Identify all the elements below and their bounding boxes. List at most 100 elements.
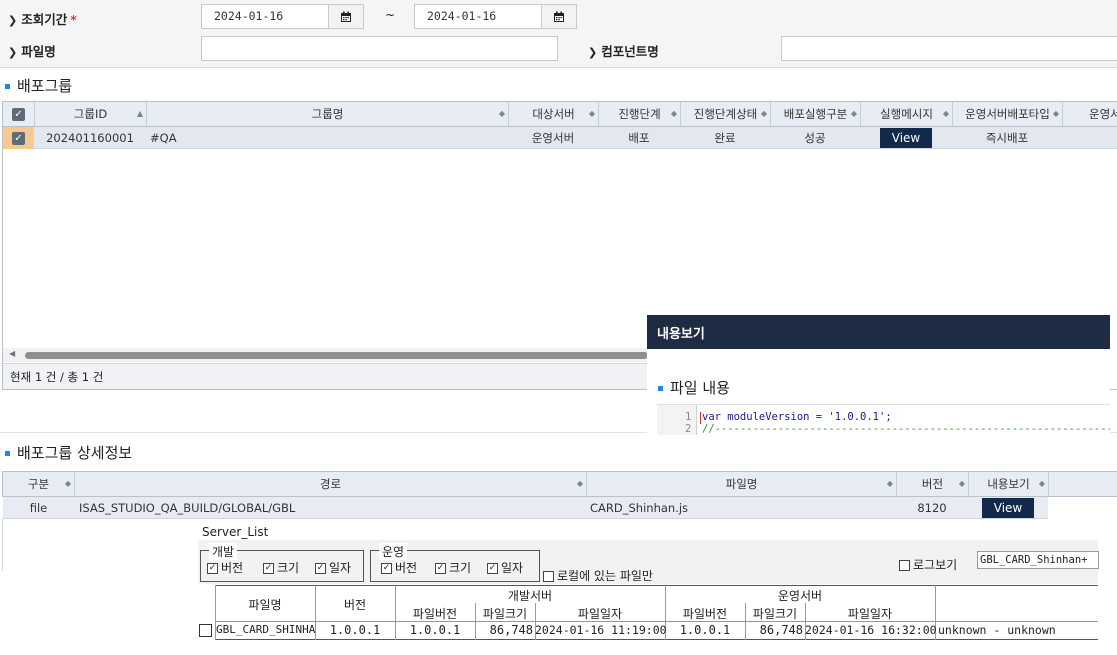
hdr-ops-server: 운영서버 (777, 589, 823, 603)
row-stage-status: 완료 (714, 131, 736, 145)
cell-ops-size: 86,748 (759, 623, 803, 637)
dev-size-option[interactable]: ✓ 크기 (263, 559, 299, 576)
row-group-name: #QA (150, 131, 177, 145)
popup-header: 내용보기 (647, 315, 1110, 349)
section-bullet-icon (5, 451, 10, 456)
scrollbar-thumb[interactable] (25, 352, 648, 359)
date-from-input[interactable]: 2024-01-16 (201, 4, 329, 29)
col-group-id[interactable]: 그룹ID ▲ (35, 102, 147, 126)
section-bullet-icon (658, 386, 663, 391)
sort-icon[interactable]: ◆ (671, 102, 677, 126)
sort-icon[interactable]: ◆ (1039, 472, 1045, 496)
chevron-right-icon: ❯ (8, 46, 18, 59)
record-count: 현재 1 건 / 총 1 건 (10, 370, 104, 384)
checkbox-checked-icon[interactable]: ✓ (381, 563, 392, 574)
filename-label: ❯ 파일명 (8, 44, 56, 59)
detail-file-name: CARD_Shinhan.js (590, 501, 689, 515)
checkbox-unchecked-icon[interactable] (543, 571, 554, 582)
date-to-input[interactable]: 2024-01-16 (414, 4, 542, 29)
ops-size-option[interactable]: ✓ 크기 (435, 559, 471, 576)
checkbox-checked-icon[interactable]: ✓ (12, 132, 25, 145)
checkbox-unchecked-icon[interactable] (899, 560, 910, 571)
cell-ops-version: 1.0.0.1 (679, 623, 731, 637)
sort-icon[interactable]: ◆ (589, 102, 595, 126)
col-path[interactable]: 경로 ◆ (75, 472, 587, 496)
sort-icon[interactable]: ◆ (1053, 102, 1059, 126)
col-content-view[interactable]: 내용보기 ◆ (969, 472, 1049, 496)
period-label: ❯ 조회기간 * (8, 12, 77, 27)
row-target-server: 운영서버 (531, 131, 575, 145)
col-version[interactable]: 버전 ◆ (897, 472, 969, 496)
component-input[interactable] (781, 36, 1117, 61)
sort-icon[interactable]: ◆ (577, 472, 583, 496)
row-checkbox[interactable] (199, 624, 212, 637)
sort-icon[interactable]: ◆ (887, 472, 893, 496)
sort-icon[interactable]: ◆ (851, 102, 857, 126)
horizontal-scrollbar[interactable]: ◀ (3, 348, 648, 362)
col-exec-type[interactable]: 배포실행구분 ◆ (771, 102, 861, 126)
filename-input[interactable] (201, 36, 558, 61)
ops-date-option[interactable]: ✓ 일자 (487, 559, 523, 576)
sort-icon[interactable]: ▲ (137, 102, 143, 126)
hdr-dev-file-version: 파일버전 (412, 607, 458, 621)
sort-icon[interactable]: ◆ (959, 472, 965, 496)
checkbox-checked-icon[interactable]: ✓ (435, 563, 446, 574)
dev-options-group: 개발 ✓ 버전 ✓ 크기 ✓ 일자 (200, 543, 364, 582)
hdr-version: 버전 (343, 598, 367, 612)
checkbox-checked-icon[interactable]: ✓ (12, 108, 25, 121)
row-stage: 배포 (628, 131, 650, 145)
file-select[interactable]: GBL_CARD_Shinhan+ (977, 551, 1099, 569)
local-files-option[interactable]: 로컬에 있는 파일만 (543, 567, 653, 584)
scroll-left-arrow-icon[interactable]: ◀ (9, 349, 15, 358)
file-content-title: 파일 내용 (658, 377, 730, 398)
col-stage[interactable]: 진행단계 ◆ (599, 102, 681, 126)
table-row[interactable]: file ISAS_STUDIO_QA_BUILD/GLOBAL/GBL CAR… (3, 497, 1048, 519)
popup-title: 내용보기 (657, 327, 705, 342)
col-ops[interactable]: 운영서 (1063, 102, 1117, 126)
cell-dev-date: 2024-01-16 11:19:00 (535, 623, 667, 637)
detail-path: ISAS_STUDIO_QA_BUILD/GLOBAL/GBL (79, 501, 296, 515)
col-group-name[interactable]: 그룹명 ◆ (147, 102, 509, 126)
calendar-icon (341, 11, 351, 22)
detail-grid-border (2, 519, 3, 571)
sort-icon[interactable]: ◆ (761, 102, 767, 126)
date-to-calendar-button[interactable] (542, 4, 577, 29)
col-file-name[interactable]: 파일명 ◆ (587, 472, 897, 496)
col-type[interactable]: 구분 ◆ (3, 472, 75, 496)
checkbox-checked-icon[interactable]: ✓ (207, 563, 218, 574)
sort-icon[interactable]: ◆ (499, 102, 505, 126)
detail-version: 8120 (917, 501, 947, 515)
hdr-dev-file-date: 파일일자 (577, 607, 623, 621)
log-view-option[interactable]: 로그보기 (899, 556, 957, 573)
row-deploy-type: 즉시배포 (985, 131, 1029, 145)
row-select-cell[interactable]: ✓ (3, 127, 34, 149)
table-row[interactable]: ✓ 202401160001 #QA 운영서버 배포 완료 성공 View 즉시… (3, 127, 1117, 149)
cell-dev-size: 86,748 (489, 623, 533, 637)
header-select-all[interactable]: ✓ (3, 102, 35, 126)
deploy-group-header: ✓ 그룹ID ▲ 그룹명 ◆ 대상서버 ◆ 진행단계 ◆ 진행단계상태 ◆ 배포실행구분 ◆… (2, 101, 1117, 127)
row-exec-type: 성공 (804, 131, 826, 145)
col-target-server[interactable]: 대상서버 ◆ (509, 102, 599, 126)
sort-icon[interactable]: ◆ (65, 472, 71, 496)
col-deploy-type[interactable]: 운영서버배포타입 ◆ (953, 102, 1063, 126)
checkbox-checked-icon[interactable]: ✓ (263, 563, 274, 574)
checkbox-checked-icon[interactable]: ✓ (487, 563, 498, 574)
code-viewer[interactable]: 1 2 var moduleVersion = '1.0.0.1'; //---… (657, 404, 1110, 435)
line-number: 1 (685, 411, 692, 423)
dev-date-option[interactable]: ✓ 일자 (315, 559, 351, 576)
view-content-button[interactable]: View (981, 498, 1035, 518)
col-exec-message[interactable]: 실행메시지 ◆ (861, 102, 953, 126)
calendar-icon (554, 11, 564, 22)
dev-group-legend: 개발 (209, 543, 238, 560)
col-stage-status[interactable]: 진행단계상태 ◆ (681, 102, 771, 126)
checkbox-checked-icon[interactable]: ✓ (315, 563, 326, 574)
date-from-calendar-button[interactable] (329, 4, 364, 29)
view-message-button[interactable]: View (879, 128, 933, 148)
hdr-dev-file-size: 파일크기 (482, 607, 528, 621)
sort-icon[interactable]: ◆ (943, 102, 949, 126)
ops-group-legend: 운영 (379, 543, 408, 560)
detail-title: 배포그룹 상세정보 (5, 442, 132, 463)
ops-version-option[interactable]: ✓ 버전 (381, 559, 417, 576)
table-bottom-border (215, 639, 1098, 640)
dev-version-option[interactable]: ✓ 버전 (207, 559, 243, 576)
